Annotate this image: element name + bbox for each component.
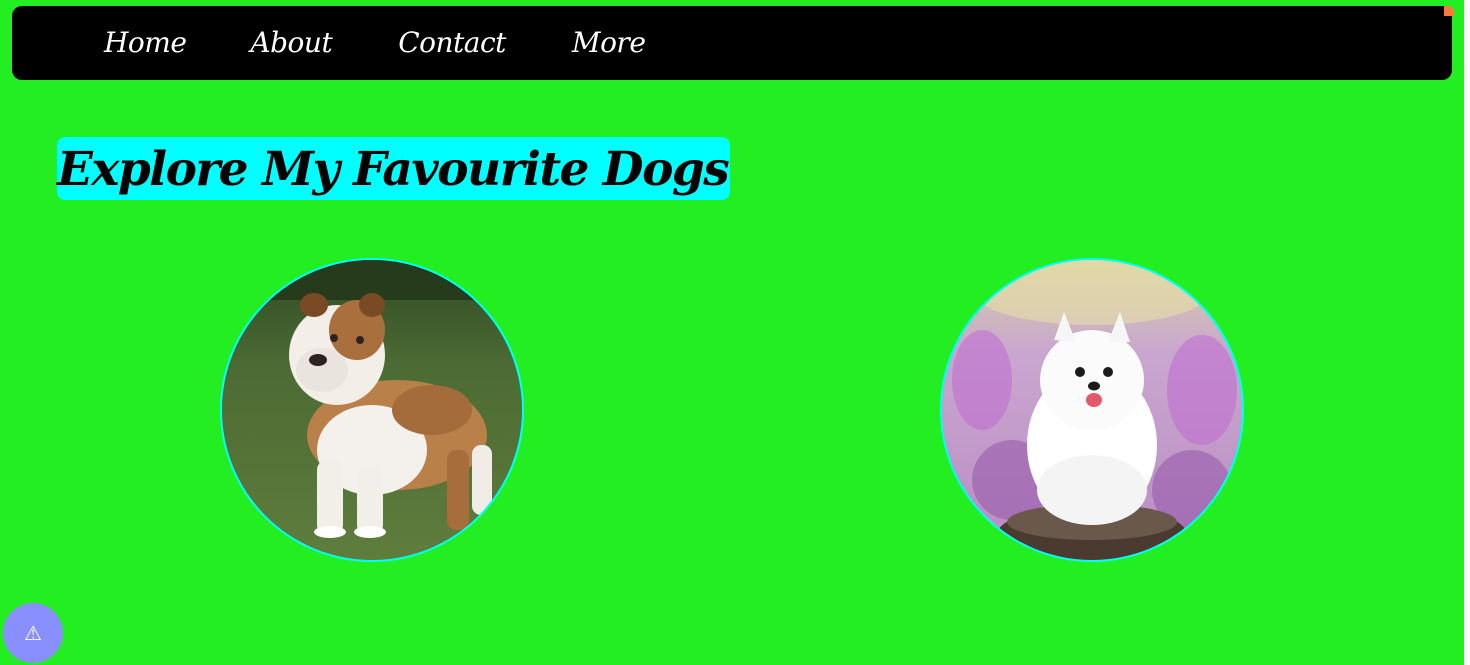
bulldog-illustration [222,260,522,560]
pomeranian-illustration [942,260,1242,560]
page-background [0,0,1464,665]
scroll-gutter [1464,0,1470,665]
warning-icon: ⚠ [24,621,42,645]
corner-accent [1444,6,1454,16]
nav-item-home[interactable]: Home [104,29,187,57]
nav-list: Home About Contact More [104,6,707,80]
nav-item-more[interactable]: More [572,29,646,57]
navbar: Home About Contact More [12,6,1452,80]
page-heading: Explore My Favourite Dogs [57,137,731,200]
alert-button[interactable]: ⚠ [3,603,63,663]
nav-item-contact[interactable]: Contact [398,29,506,57]
pomeranian-image [940,258,1244,562]
bulldog-image [220,258,524,562]
nav-item-about[interactable]: About [250,29,332,57]
